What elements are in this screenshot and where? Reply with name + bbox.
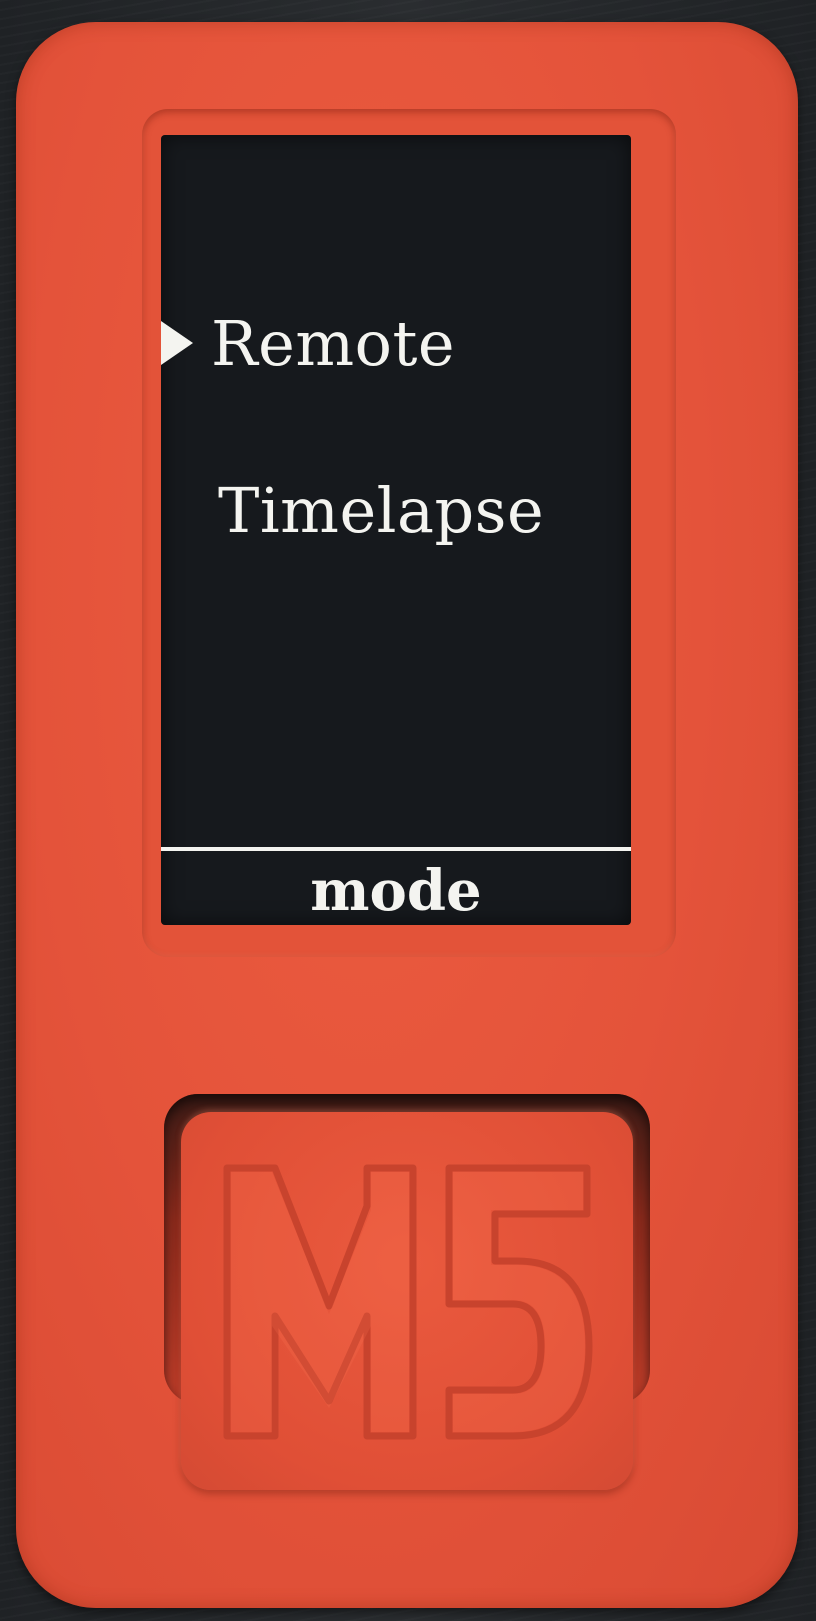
display-screen: Remote Timelapse mode xyxy=(161,135,631,925)
m5-logo-icon xyxy=(223,1164,593,1440)
footer-mode-label: mode xyxy=(310,858,482,924)
selection-arrow-icon xyxy=(161,321,193,365)
menu-item-timelapse[interactable]: Timelapse xyxy=(218,480,544,542)
m5-main-button[interactable] xyxy=(181,1112,633,1490)
m5-device-body: Remote Timelapse mode xyxy=(16,22,798,1608)
menu-item-remote[interactable]: Remote xyxy=(211,313,455,375)
footer-divider xyxy=(161,847,631,851)
